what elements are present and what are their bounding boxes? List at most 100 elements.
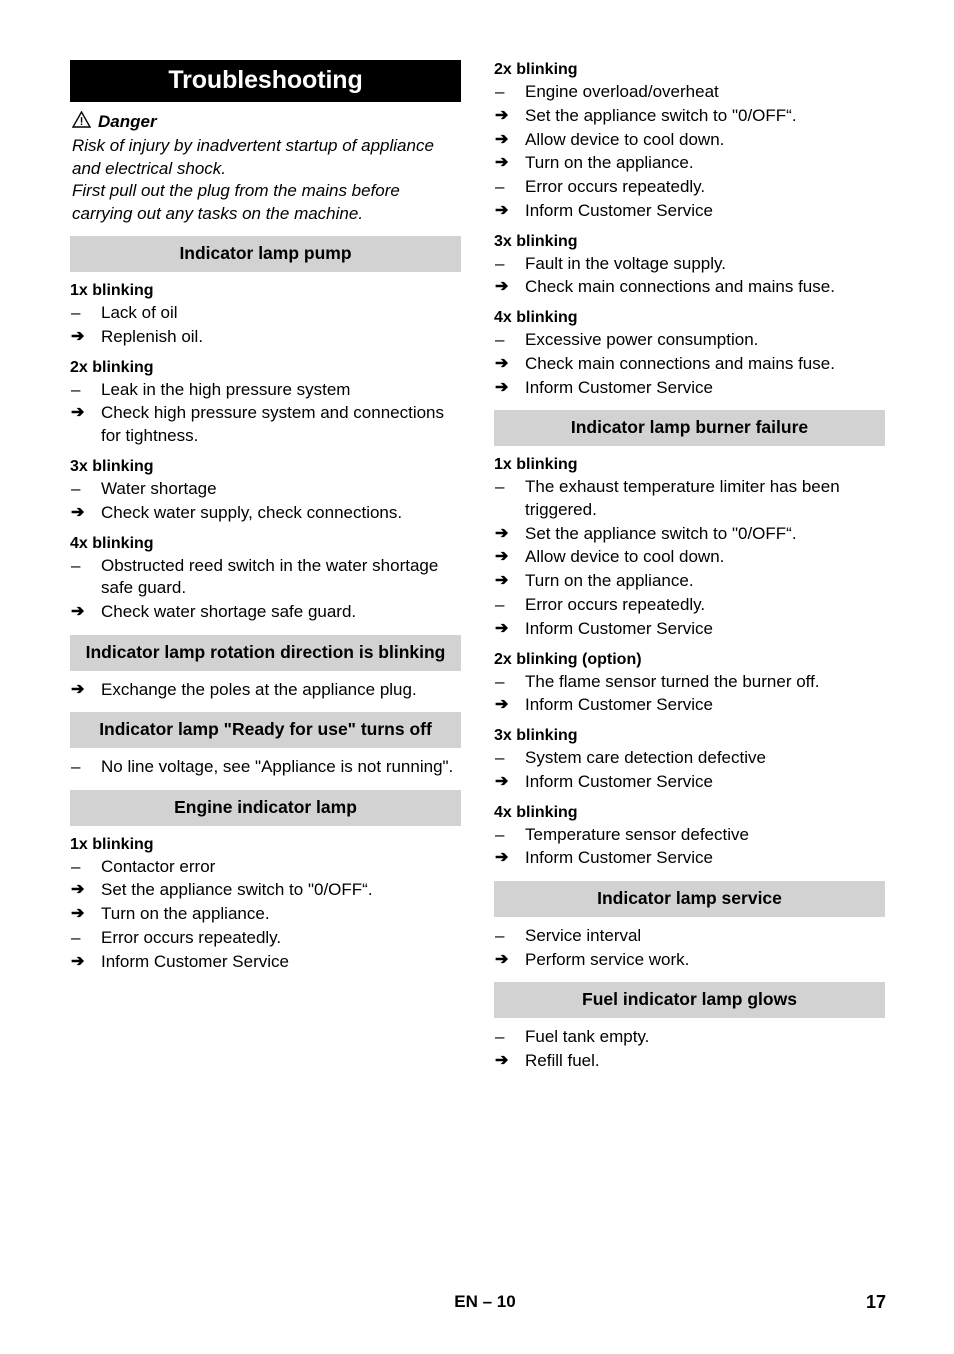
- dash-bullet-icon: –: [495, 748, 505, 768]
- arrow-right-icon: ➔: [495, 548, 509, 566]
- action-item: ➔ Allow device to cool down.: [494, 129, 885, 152]
- dash-bullet-icon: –: [495, 671, 505, 691]
- item-text: Inform Customer Service: [525, 695, 713, 715]
- dash-bullet-icon: –: [71, 303, 81, 323]
- blink-code-subheading: 3x blinking: [494, 232, 578, 250]
- item-text: Set the appliance switch to "0/OFF“.: [525, 523, 797, 543]
- cause-item: – Fault in the voltage supply.: [494, 253, 885, 276]
- cause-item: – Excessive power consumption.: [494, 329, 885, 352]
- arrow-right-icon: ➔: [495, 572, 509, 590]
- section-heading-bar: Indicator lamp rotation direction is bli…: [70, 634, 461, 671]
- arrow-right-icon: ➔: [495, 130, 509, 148]
- blink-code-subheading: 1x blinking: [494, 456, 578, 474]
- blink-code-subheading: 2x blinking (option): [494, 650, 642, 668]
- arrow-right-icon: ➔: [71, 603, 85, 621]
- item-text: Excessive power consumption.: [525, 330, 759, 350]
- arrow-right-icon: ➔: [495, 950, 509, 968]
- action-item: ➔ Check water supply, check connections.: [70, 502, 461, 525]
- item-text: Fuel tank empty.: [525, 1027, 650, 1047]
- section-heading-bar: Indicator lamp service: [494, 881, 885, 917]
- cause-item: – System care detection defective: [494, 747, 885, 770]
- arrow-right-icon: ➔: [495, 354, 509, 372]
- cause-item: – Error occurs repeatedly.: [494, 594, 885, 617]
- arrow-right-icon: ➔: [71, 404, 85, 422]
- arrow-right-icon: ➔: [495, 154, 509, 172]
- action-item: ➔ Check water shortage safe guard.: [70, 601, 461, 624]
- blink-code-subheading: 3x blinking: [70, 458, 154, 476]
- left-column-sections: Indicator lamp pump 1x blinking – Lack of o…: [70, 236, 461, 973]
- arrow-right-icon: ➔: [71, 905, 85, 923]
- dash-bullet-icon: –: [71, 757, 81, 777]
- item-text: The exhaust temperature limiter has been…: [525, 477, 840, 519]
- item-text: Leak in the high pressure system: [101, 379, 351, 399]
- item-text: Check water shortage safe guard.: [101, 602, 357, 622]
- section-heading-bar: Indicator lamp burner failure: [494, 410, 885, 447]
- dash-bullet-icon: –: [71, 927, 81, 947]
- cause-item: – Leak in the high pressure system: [70, 379, 461, 402]
- footer-language-page: EN – 10: [454, 1292, 516, 1311]
- arrow-right-icon: ➔: [71, 503, 85, 521]
- action-item: ➔ Inform Customer Service: [494, 771, 885, 794]
- arrow-right-icon: ➔: [71, 881, 85, 899]
- arrow-right-icon: ➔: [495, 619, 509, 637]
- item-text: Check water supply, check connections.: [101, 502, 403, 522]
- danger-paragraph-1: Risk of injury by inadvertent startup of…: [72, 136, 434, 178]
- item-text: Inform Customer Service: [525, 618, 713, 638]
- cause-item: – Error occurs repeatedly.: [70, 927, 461, 950]
- document-page: Troubleshooting Danger Risk of injury by…: [0, 0, 954, 1354]
- item-text: Inform Customer Service: [525, 377, 713, 397]
- arrow-right-icon: ➔: [71, 680, 85, 698]
- cause-item: – Obstructed reed switch in the water sho…: [70, 555, 461, 601]
- action-item: ➔ Set the appliance switch to "0/OFF“.: [70, 879, 461, 902]
- action-item: ➔ Inform Customer Service: [70, 951, 461, 974]
- item-text: Water shortage: [101, 479, 217, 499]
- blink-code-subheading: 3x blinking: [494, 727, 578, 745]
- dash-bullet-icon: –: [71, 479, 81, 499]
- item-text: Error occurs repeatedly.: [101, 927, 282, 947]
- section-heading-bar: Indicator lamp "Ready for use" turns off: [70, 712, 461, 749]
- item-text: Lack of oil: [101, 303, 178, 323]
- cause-item: – Temperature sensor defective: [494, 824, 885, 847]
- item-text: Perform service work.: [525, 949, 690, 969]
- blink-code-subheading: 4x blinking: [494, 309, 578, 327]
- arrow-right-icon: ➔: [495, 772, 509, 790]
- warning-triangle-icon: [71, 110, 92, 133]
- cause-item: – The exhaust temperature limiter has bee…: [494, 476, 885, 522]
- dash-bullet-icon: –: [71, 555, 81, 575]
- action-item: ➔ Exchange the poles at the appliance plu…: [70, 679, 461, 702]
- section-heading-bar: Engine indicator lamp: [70, 789, 461, 826]
- item-text: System care detection defective: [525, 748, 766, 768]
- item-text: Obstructed reed switch in the water shor…: [101, 555, 439, 598]
- dash-bullet-icon: –: [495, 925, 505, 945]
- blink-code-subheading: 1x blinking: [70, 282, 154, 300]
- action-item: ➔ Inform Customer Service: [494, 377, 885, 400]
- blink-code-subheading: 1x blinking: [70, 835, 154, 853]
- arrow-right-icon: ➔: [495, 201, 509, 219]
- cause-item: – The flame sensor turned the burner off.: [494, 671, 885, 694]
- item-text: No line voltage, see "Appliance is not r…: [101, 757, 454, 777]
- cause-item: – Engine overload/overheat: [494, 81, 885, 104]
- item-text: Temperature sensor defective: [525, 824, 749, 844]
- action-item: ➔ Perform service work.: [494, 949, 885, 972]
- action-item: ➔ Inform Customer Service: [494, 694, 885, 717]
- danger-heading: Danger: [71, 110, 461, 133]
- item-text: The flame sensor turned the burner off.: [525, 671, 820, 691]
- item-text: Exchange the poles at the appliance plug…: [101, 679, 417, 699]
- action-item: ➔ Set the appliance switch to "0/OFF“.: [494, 105, 885, 128]
- arrow-right-icon: ➔: [495, 106, 509, 124]
- cause-item: – Error occurs repeatedly.: [494, 176, 885, 199]
- item-text: Inform Customer Service: [101, 951, 289, 971]
- item-text: Allow device to cool down.: [525, 129, 725, 149]
- arrow-right-icon: ➔: [495, 278, 509, 296]
- chapter-title-bar: Troubleshooting: [70, 60, 461, 102]
- item-text: Check main connections and mains fuse.: [525, 353, 835, 373]
- item-text: Set the appliance switch to "0/OFF“.: [101, 880, 373, 900]
- dash-bullet-icon: –: [495, 1027, 505, 1047]
- cause-item: – Contactor error: [70, 856, 461, 879]
- action-item: ➔ Check main connections and mains fuse.: [494, 276, 885, 299]
- item-text: Fault in the voltage supply.: [525, 253, 726, 273]
- action-item: ➔ Turn on the appliance.: [494, 152, 885, 175]
- dash-bullet-icon: –: [495, 82, 505, 101]
- item-text: Allow device to cool down.: [525, 547, 725, 567]
- dash-bullet-icon: –: [495, 253, 505, 273]
